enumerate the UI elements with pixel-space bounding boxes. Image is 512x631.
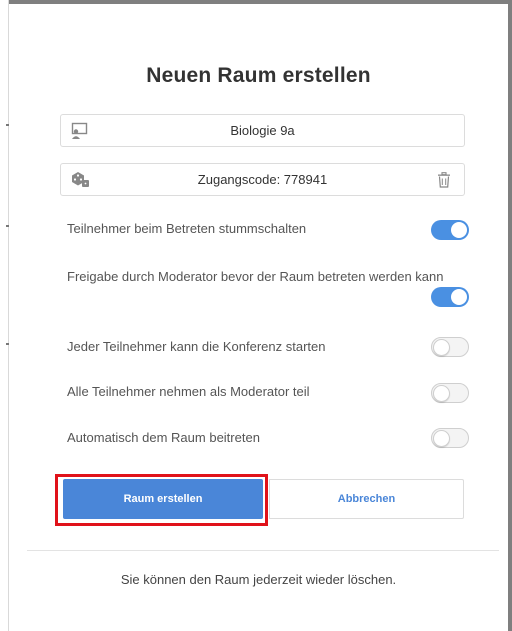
toggle-knob — [433, 385, 450, 402]
option-row: Jeder Teilnehmer kann die Konferenz star… — [67, 336, 427, 357]
window-left-edge — [0, 0, 9, 631]
toggle-knob — [451, 289, 467, 305]
footer-divider — [27, 550, 499, 551]
toggle-knob — [433, 339, 450, 356]
option-row: Alle Teilnehmer nehmen als Moderator tei… — [67, 381, 427, 402]
cancel-button[interactable]: Abbrechen — [269, 479, 464, 519]
room-name-value: Biologie 9a — [230, 123, 295, 138]
toggle-auto-join[interactable] — [431, 428, 469, 448]
option-row: Automatisch dem Raum beitreten — [67, 427, 427, 448]
option-label: Jeder Teilnehmer kann die Konferenz star… — [67, 339, 326, 354]
footer-note: Sie können den Raum jederzeit wieder lös… — [120, 572, 397, 587]
trash-icon[interactable] — [437, 172, 451, 188]
access-code-field: Zugangscode: 778941 — [60, 163, 465, 196]
toggle-mute-on-join[interactable] — [431, 220, 469, 240]
option-label: Teilnehmer beim Betreten stummschalten — [67, 221, 307, 236]
toggle-knob — [451, 222, 467, 238]
toggle-knob — [433, 430, 450, 447]
option-row: Teilnehmer beim Betreten stummschalten — [67, 218, 427, 239]
access-code-value: Zugangscode: 778941 — [197, 172, 328, 187]
option-label: Automatisch dem Raum beitreten — [67, 430, 260, 445]
option-label: Freigabe durch Moderator bevor der Raum … — [67, 269, 444, 284]
create-room-dialog: Neuen Raum erstellen Biologie 9a Zugangs… — [9, 4, 508, 631]
toggle-moderator-approval[interactable] — [431, 287, 469, 307]
room-name-field[interactable]: Biologie 9a — [60, 114, 465, 147]
option-label: Alle Teilnehmer nehmen als Moderator tei… — [67, 384, 310, 399]
option-row: Freigabe durch Moderator bevor der Raum … — [53, 266, 453, 287]
toggle-anyone-can-start[interactable] — [431, 337, 469, 357]
toggle-all-moderators[interactable] — [431, 383, 469, 403]
dialog-title: Neuen Raum erstellen — [146, 64, 371, 87]
create-room-button[interactable]: Raum erstellen — [63, 479, 263, 519]
window-right-border — [508, 0, 512, 631]
